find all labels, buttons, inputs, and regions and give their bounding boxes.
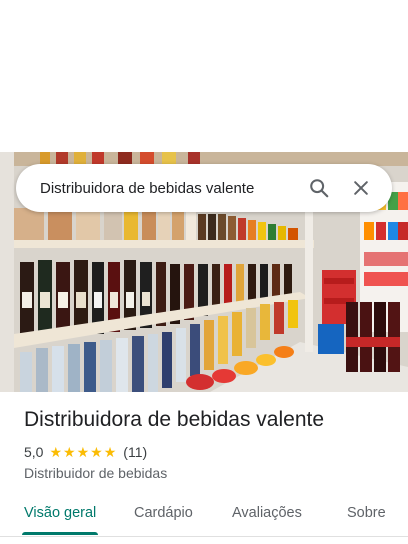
search-bar[interactable]: Distribuidora de bebidas valente xyxy=(16,164,392,212)
star-icon: ★ xyxy=(90,444,103,460)
review-count[interactable]: (11) xyxy=(123,444,147,460)
star-icon: ★ xyxy=(63,444,76,460)
star-icon: ★ xyxy=(103,444,117,460)
star-icon: ★ xyxy=(49,444,63,460)
place-title: Distribuidora de bebidas valente xyxy=(24,408,325,431)
active-tab-indicator xyxy=(22,532,98,535)
place-page: Distribuidora de bebidas valente Distrib… xyxy=(0,0,408,544)
tab-menu[interactable]: Cardápio xyxy=(134,505,193,521)
rating-row[interactable]: 5,0 ★ ★ ★ ★ ★ (11) xyxy=(24,444,147,460)
star-icon: ★ xyxy=(76,444,90,460)
search-query-text[interactable]: Distribuidora de bebidas valente xyxy=(40,180,294,197)
tab-reviews[interactable]: Avaliações xyxy=(232,505,302,521)
tab-about[interactable]: Sobre xyxy=(347,505,386,521)
tab-overview[interactable]: Visão geral xyxy=(24,505,96,521)
close-icon[interactable] xyxy=(344,171,378,205)
rating-value: 5,0 xyxy=(24,444,44,460)
tab-bar: Visão geral Cardápio Avaliações Sobre xyxy=(0,498,408,537)
star-rating: ★ ★ ★ ★ ★ xyxy=(49,444,117,460)
search-icon[interactable] xyxy=(302,171,336,205)
place-category: Distribuidor de bebidas xyxy=(24,465,168,481)
